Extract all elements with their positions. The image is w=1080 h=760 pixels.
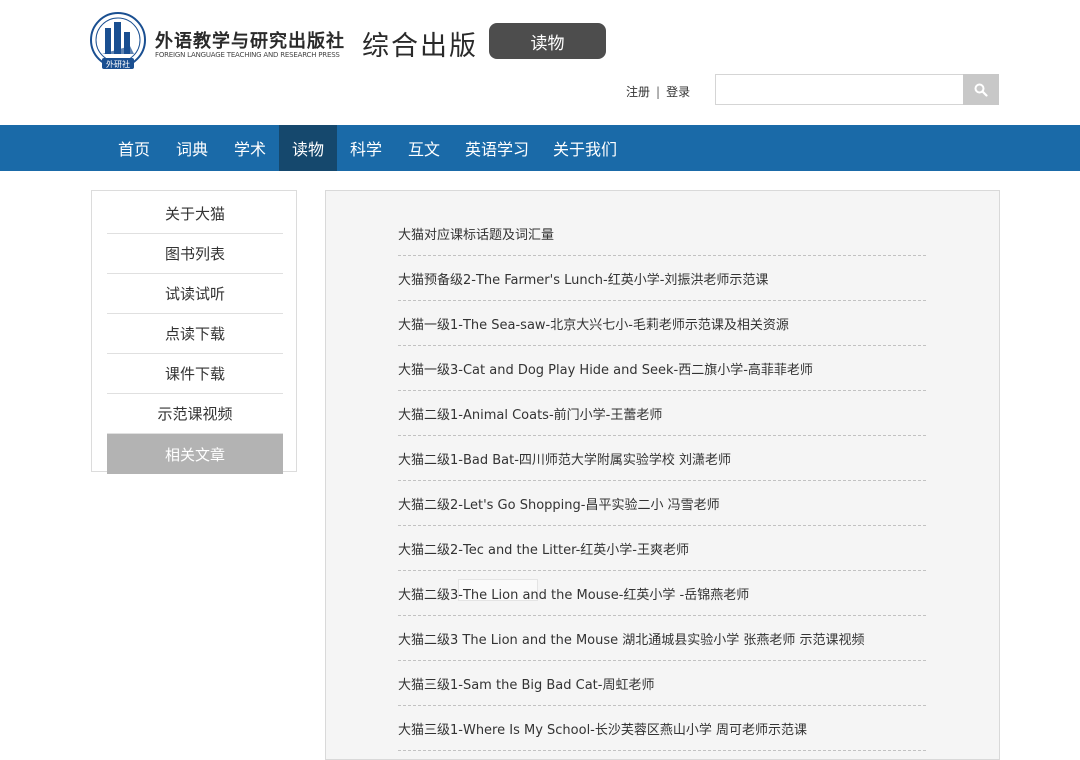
sidebar-item-point-read[interactable]: 点读下载 xyxy=(107,314,283,354)
nav-intertext[interactable]: 互文 xyxy=(398,125,450,171)
nav-reading[interactable]: 读物 xyxy=(279,125,337,171)
sidebar: 关于大猫 图书列表 试读试听 点读下载 课件下载 示范课视频 相关文章 xyxy=(91,190,297,474)
nav-english-learning[interactable]: 英语学习 xyxy=(460,125,534,171)
publisher-name: 外语教学与研究出版社 xyxy=(155,31,345,52)
site-title: 综合出版 xyxy=(362,31,478,62)
nav-home[interactable]: 首页 xyxy=(108,125,160,171)
section-badge[interactable]: 读物 xyxy=(489,23,606,59)
article-link[interactable]: 大猫二级2-Let's Go Shopping-昌平实验二小 冯雪老师 xyxy=(398,481,926,526)
svg-text:外研社: 外研社 xyxy=(106,59,130,69)
site-header: 外研社 外语教学与研究出版社 FOREIGN LANGUAGE TEACHING… xyxy=(0,0,1080,125)
publisher-name-en: FOREIGN LANGUAGE TEACHING AND RESEARCH P… xyxy=(155,51,340,59)
fltrp-logo[interactable]: 外研社 xyxy=(90,12,146,72)
article-link[interactable]: 大猫对应课标话题及词汇量 xyxy=(398,211,926,256)
user-links: 注册 | 登录 xyxy=(626,83,690,100)
article-link[interactable]: 大猫三级1-Where Is My School-长沙芙蓉区燕山小学 周可老师示… xyxy=(398,706,926,751)
article-link[interactable]: 大猫预备级2-The Farmer's Lunch-红英小学-刘振洪老师示范课 xyxy=(398,256,926,301)
sidebar-item-courseware[interactable]: 课件下载 xyxy=(107,354,283,394)
article-link[interactable]: 大猫二级3 The Lion and the Mouse 湖北通城县实验小学 张… xyxy=(398,616,926,661)
link-separator: | xyxy=(656,85,661,99)
article-link[interactable]: 大猫二级2-Tec and the Litter-红英小学-王爽老师 xyxy=(398,526,926,571)
article-link[interactable]: 大猫二级1-Bad Bat-四川师范大学附属实验学校 刘潇老师 xyxy=(398,436,926,481)
search-icon xyxy=(974,83,988,97)
nav-about-us[interactable]: 关于我们 xyxy=(548,125,622,171)
register-link[interactable]: 注册 xyxy=(626,85,650,99)
sidebar-item-related-articles[interactable]: 相关文章 xyxy=(107,434,283,474)
login-link[interactable]: 登录 xyxy=(666,85,690,99)
sidebar-item-book-list[interactable]: 图书列表 xyxy=(107,234,283,274)
article-link[interactable]: 大猫一级3-Cat and Dog Play Hide and Seek-西二旗… xyxy=(398,346,926,391)
article-link[interactable]: 大猫三级1-Sam the Big Bad Cat-周虹老师 xyxy=(398,661,926,706)
nav-academic[interactable]: 学术 xyxy=(224,125,276,171)
article-link[interactable]: 大猫二级1-Animal Coats-前门小学-王蕾老师 xyxy=(398,391,926,436)
search-button[interactable] xyxy=(963,74,999,105)
nav-dictionary[interactable]: 词典 xyxy=(166,125,218,171)
sidebar-item-about[interactable]: 关于大猫 xyxy=(107,194,283,234)
nav-science[interactable]: 科学 xyxy=(340,125,392,171)
article-link[interactable]: 大猫二级3-The Lion and the Mouse-红英小学 -岳锦燕老师 xyxy=(398,571,926,616)
sidebar-item-trial[interactable]: 试读试听 xyxy=(107,274,283,314)
main-nav: 首页 词典 学术 读物 科学 互文 英语学习 关于我们 xyxy=(0,125,1080,171)
article-list-panel: 大猫对应课标话题及词汇量 大猫预备级2-The Farmer's Lunch-红… xyxy=(325,190,1000,760)
sidebar-item-demo-video[interactable]: 示范课视频 xyxy=(107,394,283,434)
article-link[interactable]: 大猫一级1-The Sea-saw-北京大兴七小-毛莉老师示范课及相关资源 xyxy=(398,301,926,346)
search-input[interactable] xyxy=(715,74,963,105)
